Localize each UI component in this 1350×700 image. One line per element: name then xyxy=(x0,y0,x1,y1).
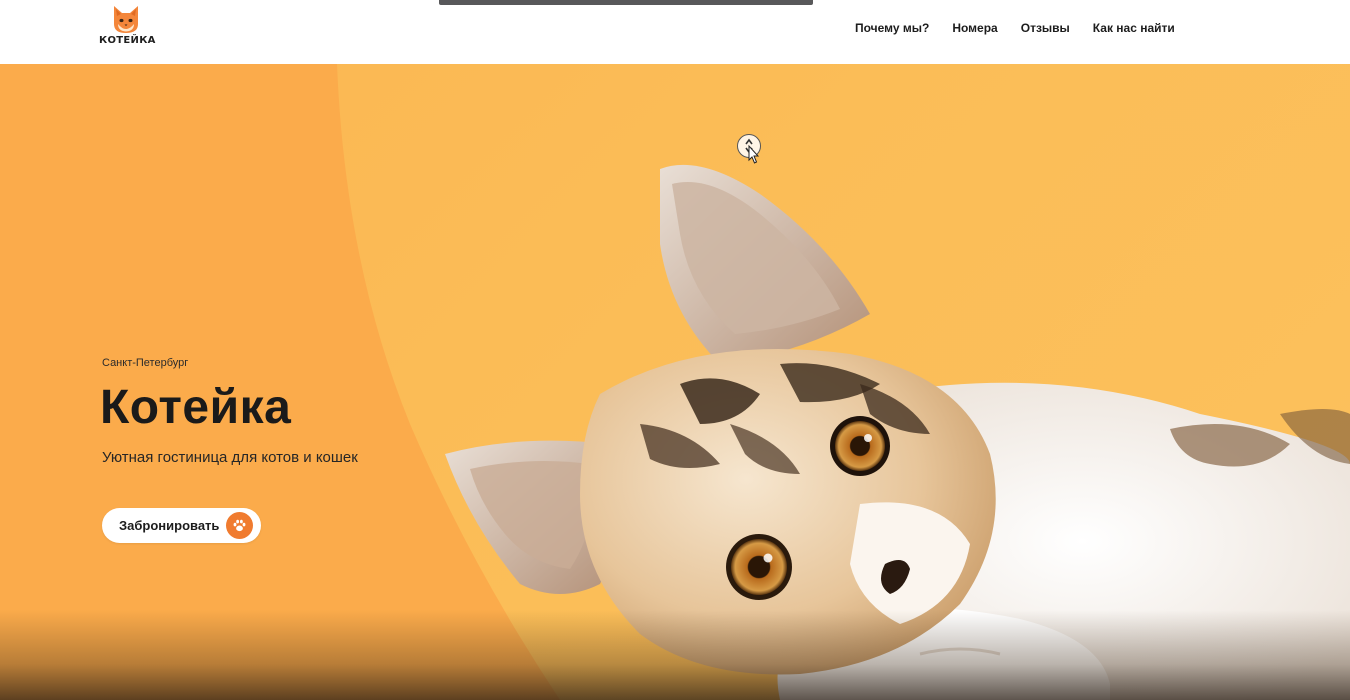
logo-text: КОТЕЙКА xyxy=(99,35,156,46)
hero-section: Санкт-Петербург Котейка Уютная гостиница… xyxy=(0,64,1350,700)
main-nav: Почему мы? Номера Отзывы Как нас найти xyxy=(855,20,1175,36)
logo[interactable]: КОТЕЙКА xyxy=(99,4,155,48)
cat-logo-icon xyxy=(114,6,138,33)
mouse-cursor-icon xyxy=(737,134,761,164)
site-header: КОТЕЙКА Почему мы? Номера Отзывы Как нас… xyxy=(0,0,1350,64)
hero-city: Санкт-Петербург xyxy=(102,357,189,369)
book-button[interactable]: Забронировать xyxy=(102,508,261,543)
nav-location[interactable]: Как нас найти xyxy=(1093,20,1175,36)
nav-why-us[interactable]: Почему мы? xyxy=(855,20,929,36)
hero-bottom-shade xyxy=(0,610,1350,700)
book-button-label: Забронировать xyxy=(119,518,220,533)
nav-rooms[interactable]: Номера xyxy=(952,20,997,36)
browser-top-strip xyxy=(439,0,813,5)
hero-subtitle: Уютная гостиница для котов и кошек xyxy=(102,449,358,466)
hero-title: Котейка xyxy=(100,381,292,434)
paw-icon xyxy=(226,512,253,539)
nav-reviews[interactable]: Отзывы xyxy=(1021,20,1070,36)
